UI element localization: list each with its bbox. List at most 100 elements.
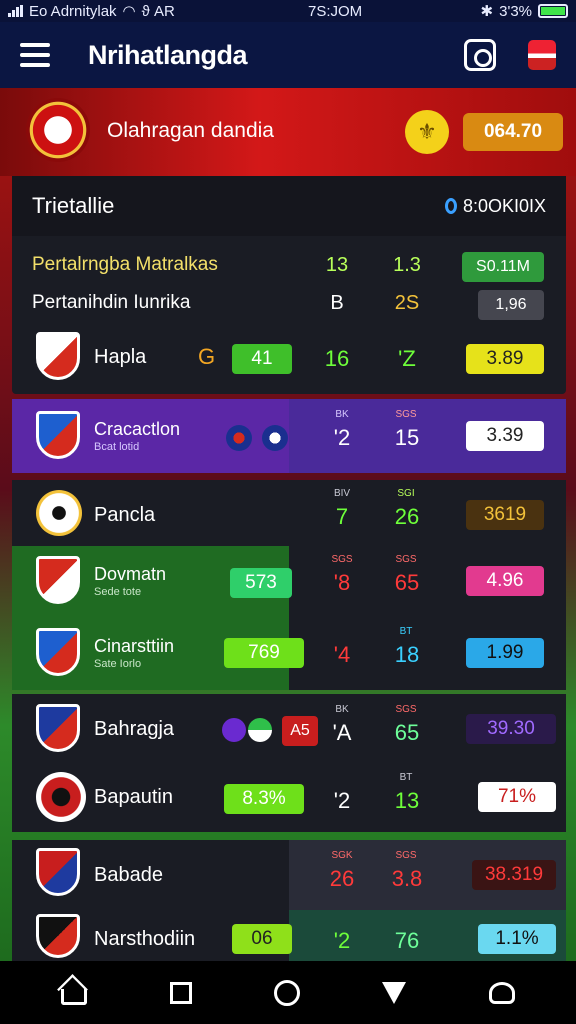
team-logo-icon xyxy=(248,718,272,742)
odds-button[interactable]: 3.39 xyxy=(466,421,544,451)
score-a: 16 xyxy=(324,346,350,371)
score-b: 65 xyxy=(394,570,420,595)
signal-icon xyxy=(8,5,23,17)
column-header: BK xyxy=(335,704,349,715)
odds-button[interactable]: 3619 xyxy=(466,500,544,530)
match-row[interactable]: Bapautin 8.3% BT '2 13 71% xyxy=(12,766,566,832)
team-sub: Sede tote xyxy=(94,586,142,598)
score-a: '4 xyxy=(333,642,351,667)
team-crest-icon xyxy=(36,848,80,896)
league-crest-icon xyxy=(26,98,90,162)
team-pill[interactable]: 8.3% xyxy=(224,784,304,814)
team-crest-icon xyxy=(36,490,82,536)
team-logo-icon xyxy=(262,425,288,451)
odds-button[interactable]: 4.96 xyxy=(466,566,544,596)
team-logo-icon xyxy=(222,718,246,742)
camera-icon[interactable] xyxy=(464,39,496,71)
team-pill[interactable]: 573 xyxy=(230,568,292,598)
odds-button[interactable]: 39.30 xyxy=(466,714,556,744)
odds-button[interactable]: 1.1% xyxy=(478,924,556,954)
score-b: 13 xyxy=(394,788,420,813)
meta-row[interactable]: Pertalrngba Matralkas 13 1.3 S0.11M xyxy=(12,248,566,284)
clock-icon xyxy=(444,198,457,214)
league-header: Olahragan dandia ⚜ 064.70 xyxy=(0,88,576,176)
balance-badge[interactable]: 064.70 xyxy=(463,113,563,151)
column-header: BK xyxy=(335,409,349,420)
match-row[interactable]: Hapla G 41 16 'Z 3.89 xyxy=(12,326,566,388)
team-name: Cracactlon xyxy=(94,419,181,439)
column-header: SGS xyxy=(331,554,353,565)
team-name: Hapla xyxy=(94,346,147,368)
team-name: Bapautin xyxy=(94,786,173,808)
meta-badge[interactable]: 1,96 xyxy=(478,290,544,320)
meta-badge[interactable]: S0.11M xyxy=(462,252,544,282)
match-row[interactable]: Babade SGK SGS 26 3.8 38.319 xyxy=(12,840,566,910)
meta-value-b: 1.3 xyxy=(393,254,421,276)
match-row[interactable]: Bahragja A5 BK SGS 'A 65 39.30 xyxy=(12,694,566,766)
timer-value: 8:0OKI0IX xyxy=(462,195,546,216)
column-header: SGS xyxy=(395,409,417,420)
meta-value-b: 2S xyxy=(394,292,420,314)
score-a: 'A xyxy=(332,720,352,745)
column-header: SGI xyxy=(397,488,415,499)
column-header: BIV xyxy=(333,488,351,499)
team-sub: Sate Iorlo xyxy=(94,658,142,670)
team-name: Dovmatn xyxy=(94,564,167,584)
match-row[interactable]: Narsthodiin 06 '2 76 1.1% xyxy=(12,910,566,961)
score-a: '8 xyxy=(333,570,351,595)
card-header: Trietallie 8:0OKI0IX xyxy=(12,176,566,236)
score-a: '2 xyxy=(333,928,351,953)
team-name: Narsthodiin xyxy=(94,928,196,950)
meta-value-a: 13 xyxy=(325,254,349,276)
home-icon[interactable] xyxy=(61,988,88,1005)
flag-icon[interactable] xyxy=(528,40,556,70)
bottom-navigation xyxy=(0,961,576,1024)
circle-icon[interactable] xyxy=(273,979,300,1006)
score-b: 3.8 xyxy=(391,866,423,891)
odds-button[interactable]: 71% xyxy=(478,782,556,812)
odds-button[interactable]: 3.89 xyxy=(466,344,544,374)
user-icon[interactable] xyxy=(488,981,515,1004)
score-a: '2 xyxy=(333,788,351,813)
column-header: SGK xyxy=(331,850,353,861)
column-header: SGS xyxy=(395,554,417,565)
timer: 8:0OKI0IX xyxy=(444,195,546,217)
status-extra: ϑ AR xyxy=(141,2,175,20)
odds-table-card: Trietallie 8:0OKI0IX Pertalrngba Matralk… xyxy=(12,176,566,394)
battery-percent: 3'3% xyxy=(499,2,532,20)
team-pill[interactable]: 41 xyxy=(232,344,292,374)
meta-row[interactable]: Pertanihdin Iunrika B 2S 1,96 xyxy=(12,286,566,322)
app-bar: Nrihatlangda xyxy=(0,22,576,88)
team-name: Bahragja xyxy=(94,718,175,740)
score-b: 'Z xyxy=(398,346,416,371)
column-header: SGS xyxy=(395,850,417,861)
triangle-icon[interactable] xyxy=(382,981,407,1004)
team-mark: G xyxy=(198,344,216,369)
team-name: Babade xyxy=(94,864,163,886)
team-mark[interactable]: A5 xyxy=(282,716,318,746)
team-pill[interactable]: 769 xyxy=(224,638,304,668)
square-icon[interactable] xyxy=(169,981,192,1004)
team-logo-icon xyxy=(226,425,252,451)
hamburger-icon[interactable] xyxy=(20,43,50,67)
app-title: Nrihatlangda xyxy=(88,39,248,70)
odds-button[interactable]: 38.319 xyxy=(472,860,556,890)
score-b: 18 xyxy=(394,642,420,667)
wifi-icon: ◠ xyxy=(122,3,136,20)
column-header: BT xyxy=(399,772,413,783)
meta-value-a: B xyxy=(330,292,344,314)
column-header: BT xyxy=(399,626,413,637)
score-b: 76 xyxy=(394,928,420,953)
match-row[interactable]: Cracactlon Bcat lotid BK SGS '2 15 3.39 xyxy=(12,399,566,473)
coin-icon: ⚜ xyxy=(405,110,449,154)
team-crest-icon xyxy=(36,556,80,604)
team-crest-icon xyxy=(36,411,80,459)
match-row[interactable]: Pancla BIV SGI 7 26 3619 xyxy=(12,480,566,546)
odds-button[interactable]: 1.99 xyxy=(466,638,544,668)
team-pill[interactable]: 06 xyxy=(232,924,292,954)
score-b: 65 xyxy=(394,720,420,745)
match-row[interactable]: Cinarsttiin Sate Iorlo 769 BT '4 18 1.99 xyxy=(12,618,566,690)
score-b: 15 xyxy=(394,425,420,450)
match-row[interactable]: Dovmatn Sede tote 573 SGS SGS '8 65 4.96 xyxy=(12,546,566,618)
team-crest-icon xyxy=(36,332,80,380)
